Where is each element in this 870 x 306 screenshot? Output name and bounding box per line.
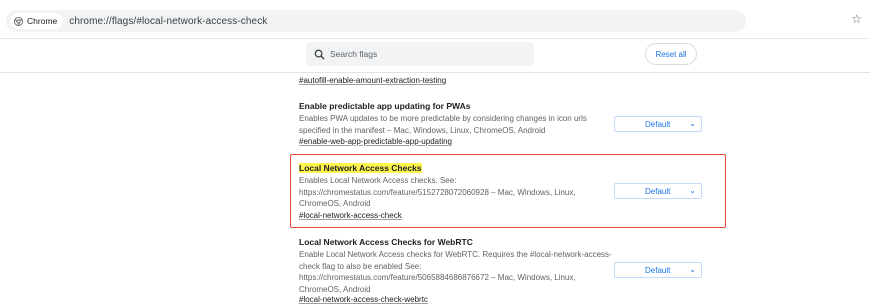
chevron-down-icon: ⌄	[689, 265, 696, 274]
flag-description-line: Enable Local Network Access checks for W…	[299, 250, 612, 259]
flag-title: Local Network Access Checks for WebRTC	[299, 237, 473, 247]
flag-description-line: Enables PWA updates to be more predictab…	[299, 114, 587, 123]
flag-description-line: Enables Local Network Access checks. See…	[299, 176, 457, 185]
highlighted-flag-title: Local Network Access Checks	[299, 163, 422, 173]
url-text[interactable]: chrome://flags/#local-network-access-che…	[69, 16, 267, 27]
flag-description-line: ChromeOS, Android	[299, 284, 371, 294]
flag-state-select[interactable]: Default ⌄	[614, 183, 702, 199]
flag-description: Enable Local Network Access checks for W…	[299, 249, 612, 295]
flag-state-value: Default	[645, 186, 671, 196]
chevron-down-icon: ⌄	[689, 119, 696, 128]
search-box[interactable]	[306, 42, 534, 66]
chrome-logo-icon	[14, 16, 23, 26]
search-input[interactable]	[330, 49, 510, 59]
search-icon	[314, 49, 325, 60]
flag-state-value: Default	[645, 265, 671, 275]
flag-link[interactable]: #local-network-access-check-webrtc	[299, 295, 428, 304]
header-divider	[0, 72, 870, 73]
flag-description-line: https://chromestatus.com/feature/5152728…	[299, 187, 576, 197]
flag-description-line: specified in the manifest – Mac, Windows…	[299, 125, 546, 135]
flag-description: Enables Local Network Access checks. See…	[299, 175, 576, 210]
flag-title: Enable predictable app updating for PWAs	[299, 101, 471, 111]
flag-state-value: Default	[645, 119, 671, 129]
flag-state-select[interactable]: Default ⌄	[614, 262, 702, 278]
flag-link[interactable]: #local-network-access-check	[299, 211, 402, 220]
reset-all-button[interactable]: Reset all	[645, 43, 697, 65]
flag-link[interactable]: #enable-web-app-predictable-app-updating	[299, 137, 452, 146]
site-chip[interactable]: Chrome	[10, 13, 64, 29]
site-chip-label: Chrome	[27, 16, 58, 26]
address-bar[interactable]: Chrome chrome://flags/#local-network-acc…	[6, 10, 746, 32]
toolbar-divider	[0, 38, 870, 39]
flag-description-line: check flag to also be enabled See:	[299, 261, 422, 271]
chevron-down-icon: ⌄	[689, 186, 696, 195]
flag-state-select[interactable]: Default ⌄	[614, 116, 702, 132]
flag-description-line: ChromeOS, Android	[299, 199, 371, 208]
flag-description-line: https://chromestatus.com/feature/5065884…	[299, 273, 576, 282]
flag-title: Local Network Access Checks	[299, 163, 422, 173]
flag-description: Enables PWA updates to be more predictab…	[299, 113, 587, 136]
bookmark-star-icon[interactable]: ☆	[851, 12, 862, 26]
flag-link[interactable]: #autofill-enable-amount-extraction-testi…	[299, 76, 446, 85]
